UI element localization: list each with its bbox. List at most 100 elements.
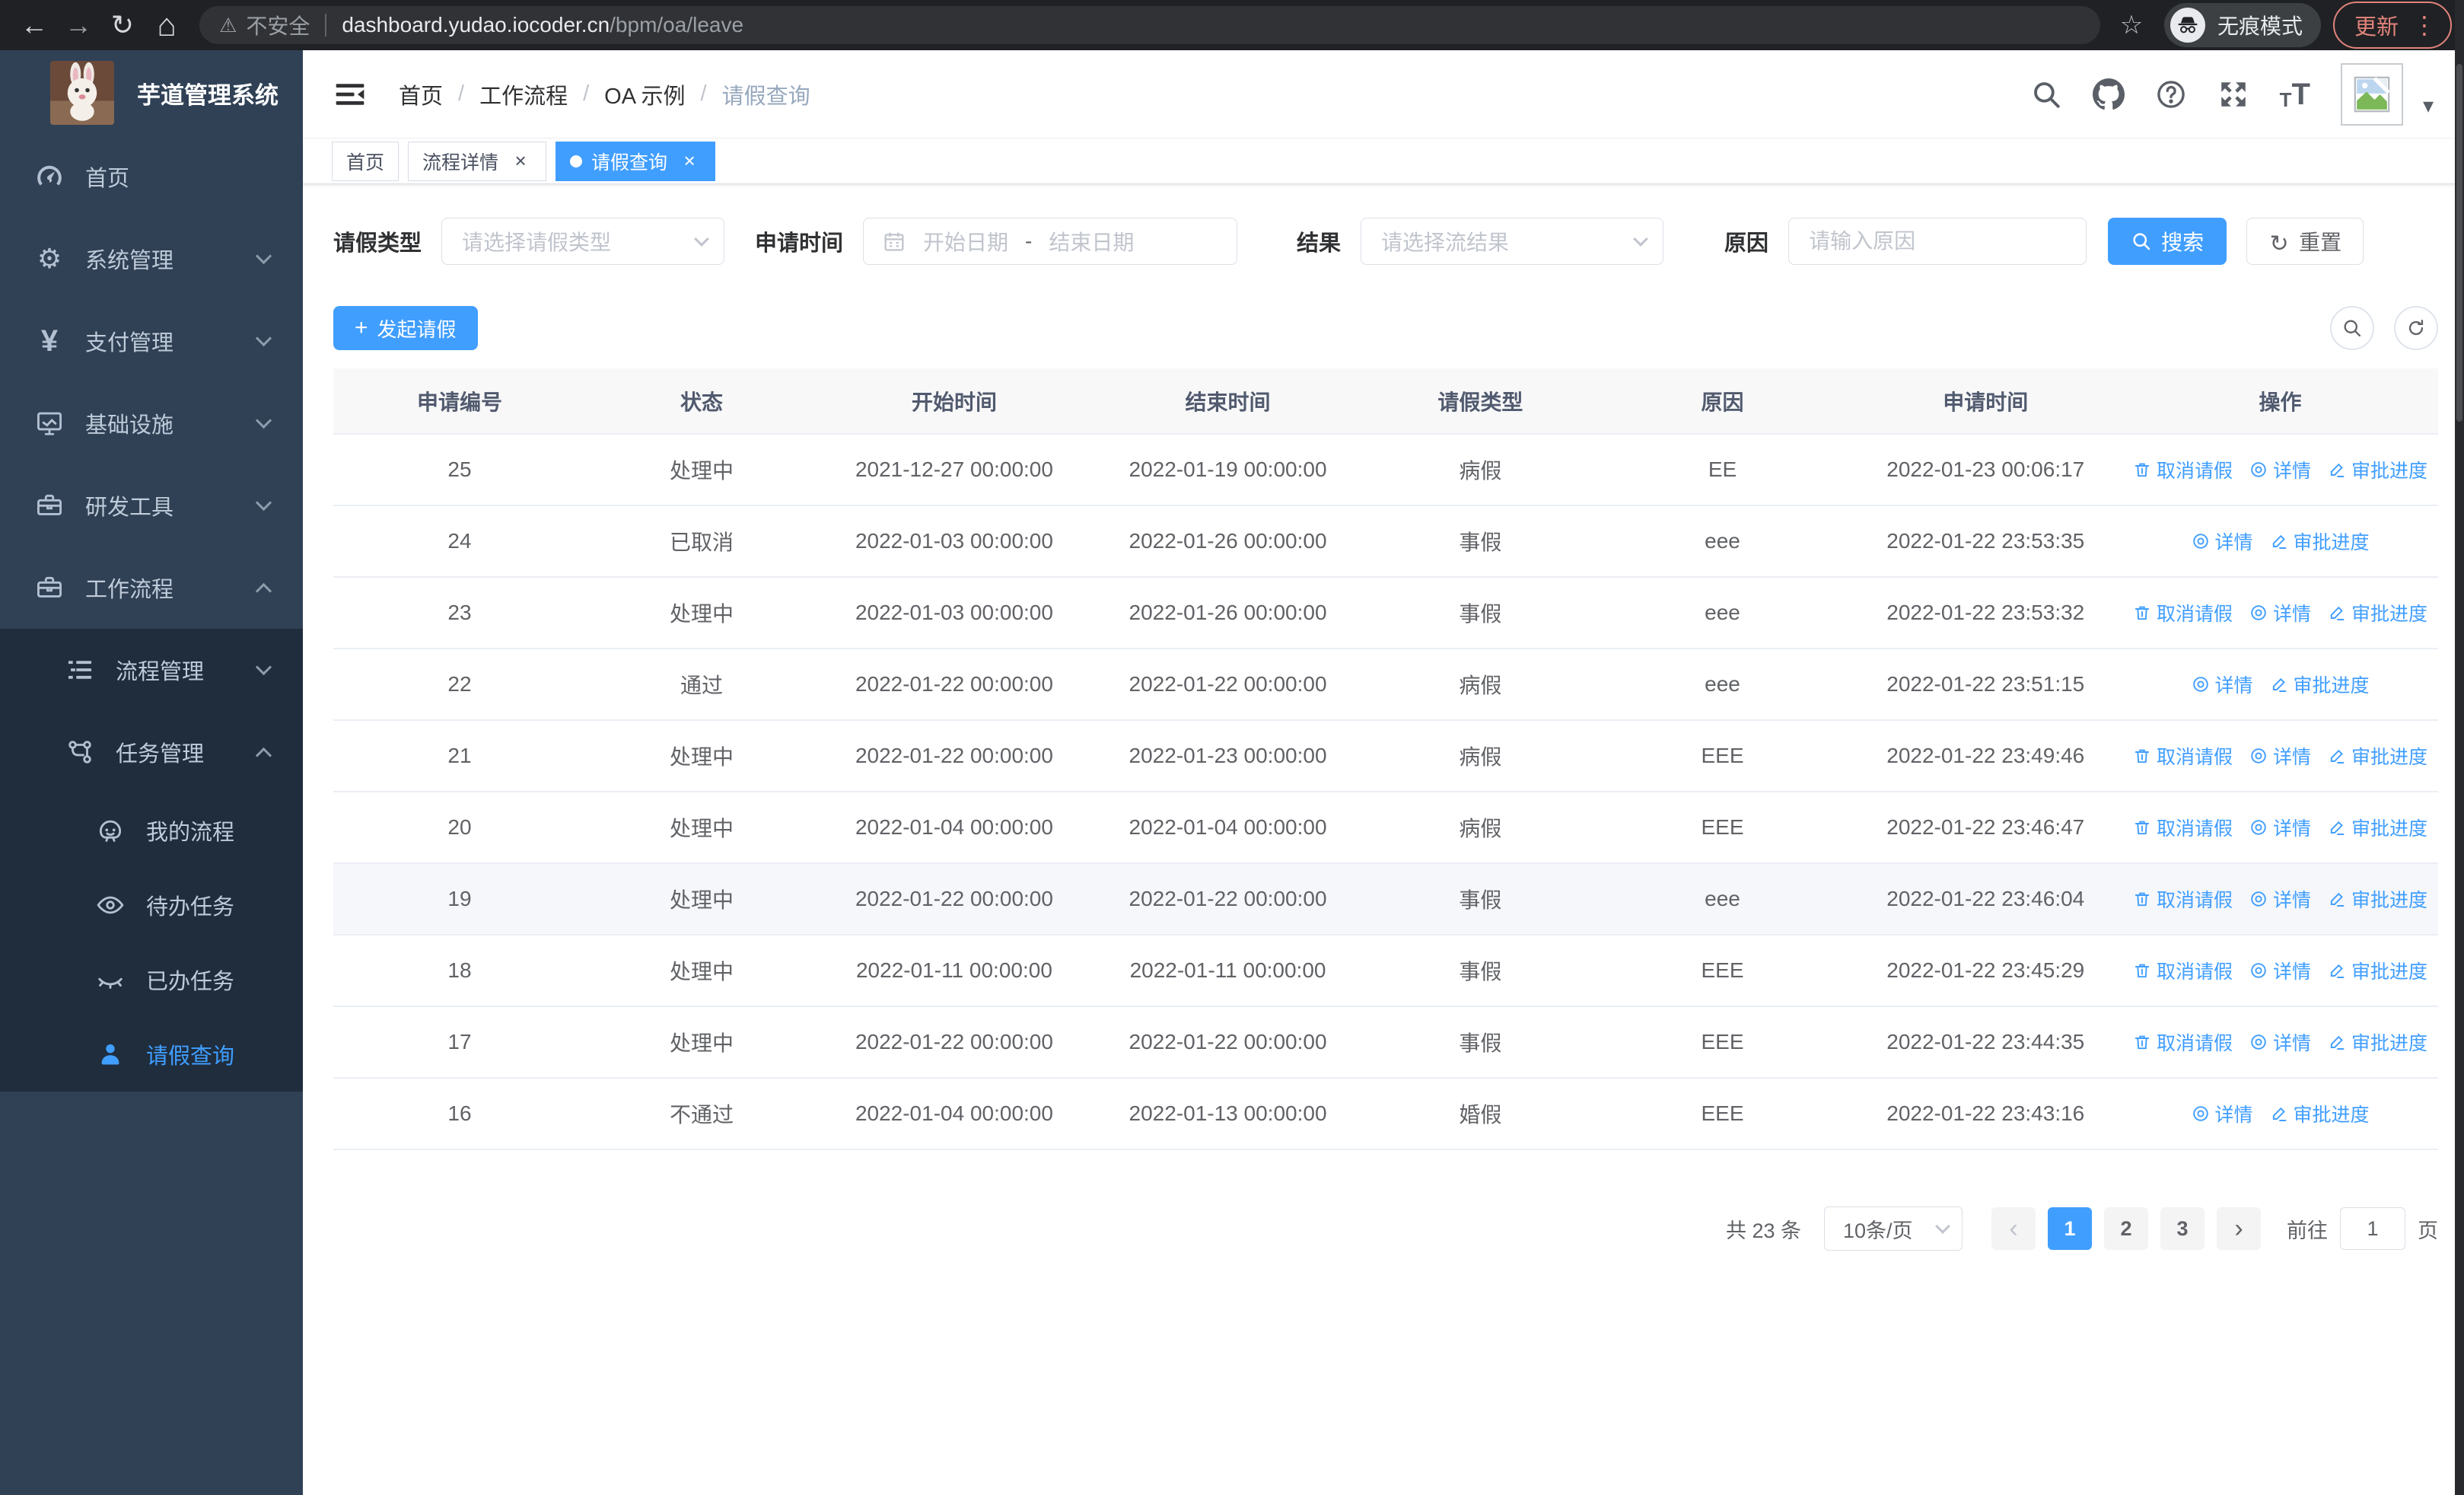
detail-action-link[interactable]: 详情 <box>2249 742 2311 770</box>
tag-tab-2[interactable]: 流程详情 × <box>408 141 547 181</box>
view-icon <box>2249 961 2268 980</box>
tag-tab-3[interactable]: 请假查询 × <box>556 141 716 181</box>
progress-action-link[interactable]: 审批进度 <box>2328 957 2427 984</box>
cancel-action-link[interactable]: 取消请假 <box>2133 742 2233 770</box>
cancel-action-link[interactable]: 取消请假 <box>2133 456 2233 483</box>
font-size-icon[interactable]: TT <box>2280 79 2310 110</box>
cancel-action-link[interactable]: 取消请假 <box>2133 814 2233 841</box>
sidebar-item-3[interactable]: ¥ 支付管理 <box>0 300 303 382</box>
leave-type-select[interactable]: 请选择请假类型 <box>441 218 725 265</box>
breadcrumb-item-2[interactable]: 工作流程 <box>479 78 568 110</box>
github-icon[interactable] <box>2092 78 2125 110</box>
detail-action-link[interactable]: 详情 <box>2249 456 2311 483</box>
cell-id: 18 <box>333 935 586 1007</box>
active-dot <box>570 155 583 167</box>
detail-action-link[interactable]: 详情 <box>2192 671 2253 698</box>
cancel-action-link[interactable]: 取消请假 <box>2133 885 2233 913</box>
app-logo[interactable]: 芋道管理系统 <box>0 50 303 135</box>
page-size-value: 10条/页 <box>1843 1219 1913 1242</box>
refresh-icon: ↻ <box>2269 231 2289 257</box>
toggle-search-button[interactable] <box>2330 306 2374 350</box>
browser-menu-icon[interactable]: ⋮ <box>2412 13 2437 37</box>
sidebar-item-7[interactable]: 流程管理 <box>0 629 303 711</box>
cell-applied: 2022-01-22 23:46:04 <box>1848 863 2123 936</box>
browser-scrollbar[interactable] <box>2455 0 2464 1495</box>
detail-action-link[interactable]: 详情 <box>2249 599 2311 626</box>
page-size-select[interactable]: 10条/页 <box>1824 1207 1963 1251</box>
sidebar-item-1[interactable]: 首页 <box>0 135 303 218</box>
goto-suffix: 页 <box>2418 1219 2438 1242</box>
detail-action-link[interactable]: 详情 <box>2192 528 2253 555</box>
progress-action-link[interactable]: 审批进度 <box>2328 1028 2427 1056</box>
bookmark-star-icon[interactable]: ☆ <box>2111 5 2152 46</box>
chevron-down-icon <box>1633 231 1648 247</box>
view-icon <box>2249 747 2268 765</box>
reason-input[interactable] <box>1788 218 2087 265</box>
browser-update-button[interactable]: 更新 ⋮ <box>2332 2 2452 49</box>
sidebar: 芋道管理系统 首页 ⚙ 系统管理 ¥ 支付管理 基础设施 研发工具 工作流程 流程管理 任务管理我… <box>0 50 303 1495</box>
view-icon <box>2192 532 2210 550</box>
cell-reason: EEE <box>1596 1078 1849 1150</box>
progress-action-link[interactable]: 审批进度 <box>2270 1100 2370 1127</box>
detail-action-link[interactable]: 详情 <box>2192 1100 2253 1127</box>
cancel-action-link[interactable]: 取消请假 <box>2133 1028 2233 1056</box>
sidebar-item-10[interactable]: 待办任务 <box>0 868 303 942</box>
page-button-1[interactable]: 1 <box>2048 1207 2092 1250</box>
detail-action-link[interactable]: 详情 <box>2249 814 2311 841</box>
next-page-button[interactable]: › <box>2217 1207 2261 1250</box>
reset-button[interactable]: ↻ 重置 <box>2246 218 2364 265</box>
user-avatar[interactable] <box>2340 62 2403 126</box>
sidebar-item-6[interactable]: 工作流程 <box>0 547 303 629</box>
close-tab-icon[interactable]: × <box>509 150 532 173</box>
tag-tab-1[interactable]: 首页 <box>332 141 400 181</box>
sidebar-collapse-icon[interactable] <box>333 78 367 111</box>
result-select[interactable]: 请选择流结果 <box>1361 218 1664 265</box>
sidebar-item-label: 请假查询 <box>146 1044 235 1069</box>
browser-reload-icon[interactable]: ↻ <box>100 3 145 47</box>
browser-forward-icon[interactable]: → <box>56 3 100 47</box>
breadcrumb-item-3[interactable]: OA 示例 <box>604 78 685 110</box>
progress-action-link[interactable]: 审批进度 <box>2328 456 2427 483</box>
sidebar-item-2[interactable]: ⚙ 系统管理 <box>0 218 303 300</box>
avatar-caret-icon[interactable]: ▾ <box>2423 93 2434 118</box>
sidebar-item-4[interactable]: 基础设施 <box>0 382 303 464</box>
tag-label: 首页 <box>346 151 385 174</box>
address-bar[interactable]: ⚠ 不安全 dashboard.yudao.iocoder.cn/bpm/oa/… <box>199 6 2100 44</box>
progress-action-link[interactable]: 审批进度 <box>2270 671 2370 698</box>
sidebar-item-12[interactable]: 请假查询 <box>0 1017 303 1092</box>
sidebar-item-9[interactable]: 我的流程 <box>0 793 303 868</box>
browser-back-icon[interactable]: ← <box>12 3 56 47</box>
scrollbar-thumb[interactable] <box>2456 64 2462 422</box>
sidebar-item-8[interactable]: 任务管理 <box>0 711 303 793</box>
refresh-table-button[interactable] <box>2394 306 2438 350</box>
prev-page-button[interactable]: ‹ <box>1991 1207 2036 1250</box>
help-icon[interactable] <box>2155 78 2187 110</box>
progress-action-link[interactable]: 审批进度 <box>2328 599 2427 626</box>
cancel-action-link[interactable]: 取消请假 <box>2133 599 2233 626</box>
browser-home-icon[interactable]: ⌂ <box>145 3 189 47</box>
trash-icon <box>2133 604 2151 622</box>
cancel-action-link[interactable]: 取消请假 <box>2133 957 2233 984</box>
sidebar-item-11[interactable]: 已办任务 <box>0 942 303 1017</box>
goto-page-input[interactable] <box>2340 1207 2405 1250</box>
view-icon <box>2192 675 2210 693</box>
cell-actions: 取消请假 详情 审批进度 <box>2122 863 2438 936</box>
detail-action-link[interactable]: 详情 <box>2249 885 2311 913</box>
progress-action-link[interactable]: 审批进度 <box>2328 885 2427 913</box>
breadcrumb-item-1[interactable]: 首页 <box>399 78 443 110</box>
detail-action-link[interactable]: 详情 <box>2249 957 2311 984</box>
header-search-icon[interactable] <box>2030 78 2062 110</box>
fullscreen-icon[interactable] <box>2217 78 2249 110</box>
page-button-3[interactable]: 3 <box>2160 1207 2205 1250</box>
close-tab-icon[interactable]: × <box>678 150 701 173</box>
search-button[interactable]: 搜索 <box>2108 218 2227 265</box>
sidebar-item-5[interactable]: 研发工具 <box>0 464 303 547</box>
page-button-2[interactable]: 2 <box>2104 1207 2148 1250</box>
apply-time-range-picker[interactable]: 开始日期 - 结束日期 <box>863 218 1238 265</box>
progress-action-link[interactable]: 审批进度 <box>2270 528 2370 555</box>
detail-action-link[interactable]: 详情 <box>2249 1028 2311 1056</box>
progress-action-link[interactable]: 审批进度 <box>2328 814 2427 841</box>
create-leave-button[interactable]: + 发起请假 <box>333 306 478 350</box>
progress-action-link[interactable]: 审批进度 <box>2328 742 2427 770</box>
goto-label: 前往 <box>2287 1219 2328 1242</box>
